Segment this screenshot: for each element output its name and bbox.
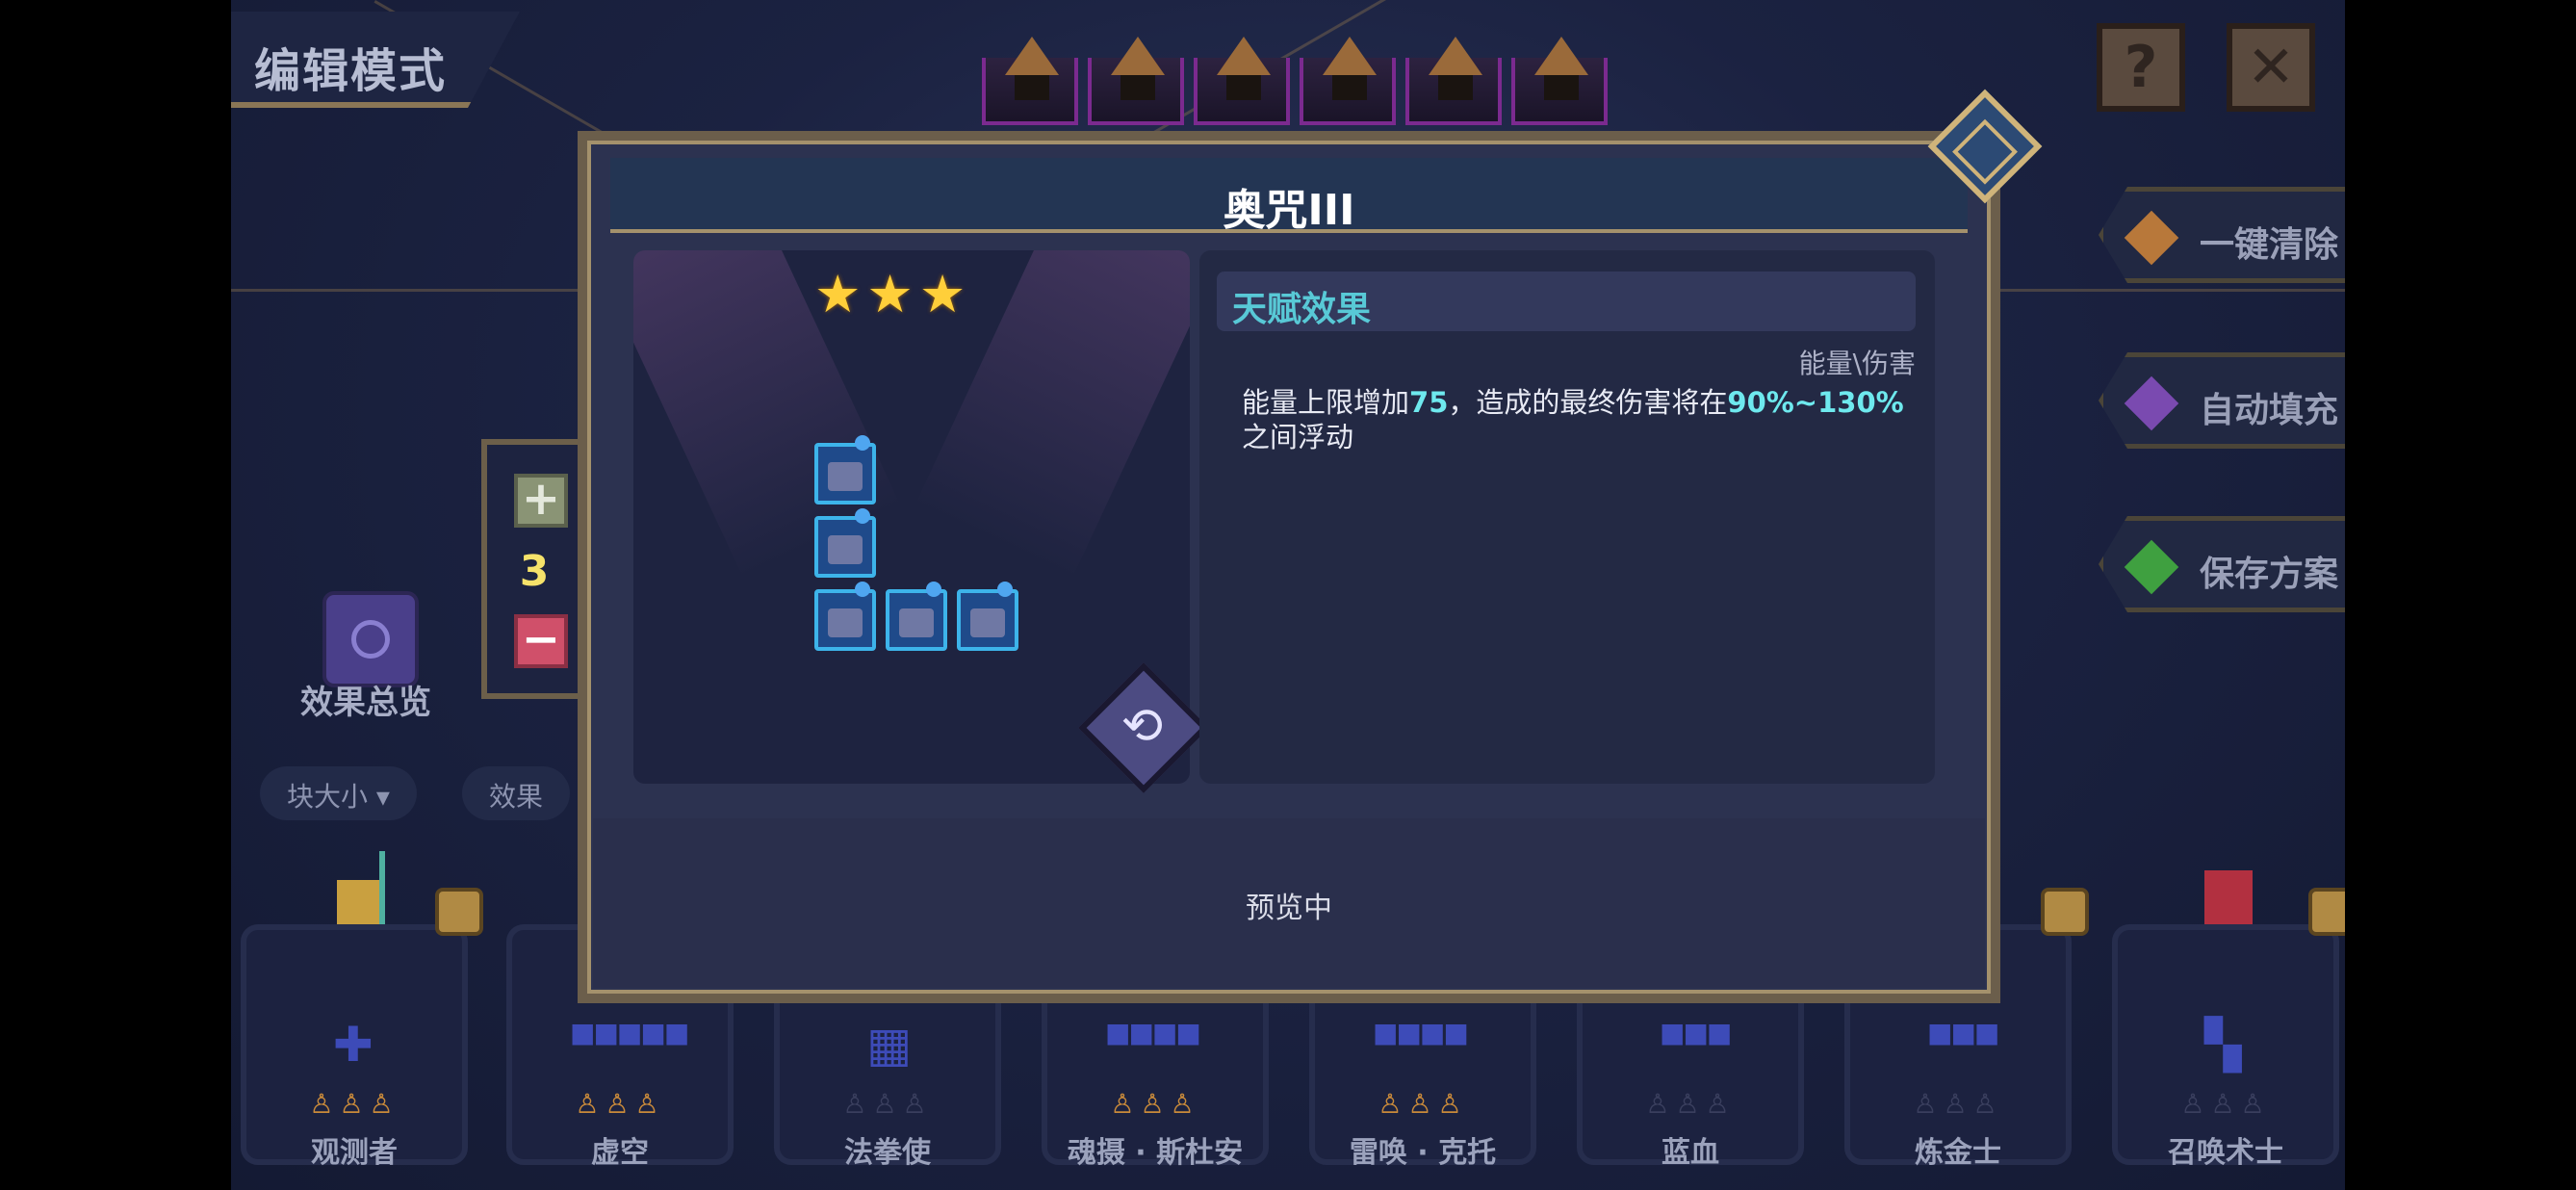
unit-name: 召唤术士 (2168, 1136, 2283, 1170)
unit-stars: ♙♙♙ (1110, 1088, 1200, 1120)
question-icon: ? (2124, 34, 2158, 101)
card-badge (2041, 888, 2089, 936)
enemy-unit (1088, 58, 1184, 125)
talent-header: 天赋效果 (1217, 272, 1916, 331)
modal-header: 奥咒III (610, 158, 1968, 235)
enemy-unit (1405, 58, 1502, 125)
desc-value: 90%~130% (1727, 386, 1904, 419)
overview-icon (351, 620, 390, 659)
minus-button[interactable]: − (514, 614, 568, 668)
card-badge (435, 888, 483, 936)
unit-stars: ♙♙♙ (309, 1088, 399, 1120)
unit-shape-icon: ■■■ (1660, 1017, 1732, 1048)
unit-stars: ♙♙♙ (1378, 1088, 1468, 1120)
unit-shape-icon: ■■■ (1927, 1017, 1999, 1048)
unit-name: 雷唤 · 克托 (1349, 1136, 1497, 1170)
unit-shape-icon: ■■■■ (1105, 1017, 1201, 1048)
unit-name: 魂摄 · 斯杜安 (1067, 1136, 1244, 1170)
enemy-unit (982, 58, 1078, 125)
modal-title: 奥咒III (1223, 186, 1355, 235)
rarity-stars: ★★★ (814, 264, 972, 324)
unit-name: 法拳使 (844, 1136, 931, 1170)
enemy-unit (1511, 58, 1608, 125)
unit-name: 虚空 (591, 1136, 649, 1170)
talent-tags: 能量\伤害 (1798, 348, 1916, 379)
save-plan-button[interactable]: 保存方案 (2099, 516, 2345, 612)
shape-cell (814, 582, 876, 651)
effect-filter[interactable]: 效果 (462, 766, 571, 820)
mode-title: 编辑模式 (254, 44, 448, 98)
count-value: 3 (519, 547, 550, 596)
unit-card[interactable]: ✚ ♙♙♙ 观测者 (241, 924, 468, 1170)
enemy-unit (1194, 58, 1290, 125)
unit-shape-icon: ✚ (333, 1017, 374, 1073)
rotate-icon: ⟲ (1121, 697, 1164, 756)
unit-card[interactable]: ▚ ♙♙♙ 召唤术士 (2112, 924, 2339, 1170)
shape-cell (886, 582, 947, 651)
auto-fill-label: 自动填充 (2200, 391, 2339, 430)
clear-all-button[interactable]: 一键清除 (2099, 187, 2345, 283)
shape-cell (814, 508, 876, 578)
unit-stars: ♙♙♙ (1913, 1088, 2003, 1120)
unit-shape-icon: ▚ (2204, 1017, 2241, 1073)
desc-text: ，造成的最终伤害将在 (1448, 386, 1728, 419)
preview-status-panel: 预览中 (593, 818, 1985, 988)
diamond-icon (2124, 539, 2179, 595)
help-button[interactable]: ? (2097, 23, 2185, 112)
unit-shape-icon: ■■■■ (1373, 1017, 1469, 1048)
desc-text: 之间浮动 (1242, 421, 1354, 453)
auto-fill-button[interactable]: 自动填充 (2099, 352, 2345, 449)
clear-all-label: 一键清除 (2200, 225, 2339, 265)
unit-name: 观测者 (311, 1136, 398, 1170)
preview-status: 预览中 (1246, 892, 1332, 925)
count-panel: + 3 − (481, 439, 587, 699)
unit-stars: ♙♙♙ (842, 1088, 933, 1120)
unit-stars: ♙♙♙ (1645, 1088, 1736, 1120)
effect-overview-button[interactable] (322, 591, 419, 687)
unit-stars: ♙♙♙ (575, 1088, 665, 1120)
hero-body (2204, 870, 2253, 928)
talent-panel: 天赋效果 能量\伤害 能量上限增加75，造成的最终伤害将在90%~130% 之间浮… (1199, 250, 1935, 784)
effect-overview-label: 效果总览 (300, 684, 431, 722)
talent-description: 能量上限增加75，造成的最终伤害将在90%~130% 之间浮动 (1242, 385, 1916, 454)
diamond-icon (2124, 375, 2179, 431)
unit-stars: ♙♙♙ (2180, 1088, 2271, 1120)
close-icon: ✕ (2246, 34, 2296, 101)
unit-name: 蓝血 (1662, 1136, 1719, 1170)
save-plan-label: 保存方案 (2200, 555, 2339, 594)
size-filter[interactable]: 块大小 ▾ (260, 766, 417, 820)
unit-shape-icon: ■■■■■ (570, 1017, 689, 1048)
shape-cell (814, 435, 876, 504)
enemy-unit (1300, 58, 1396, 125)
unit-shape-icon: ▦ (866, 1017, 912, 1073)
unit-name: 炼金士 (1915, 1136, 2001, 1170)
card-badge (2308, 888, 2345, 936)
desc-text: 能量上限增加 (1242, 386, 1410, 419)
desc-value: 75 (1409, 386, 1449, 419)
shape-cell (957, 582, 1018, 651)
plus-button[interactable]: + (514, 474, 568, 528)
diamond-icon (2124, 210, 2179, 266)
close-button[interactable]: ✕ (2227, 23, 2315, 112)
talent-title: 天赋效果 (1232, 290, 1372, 329)
